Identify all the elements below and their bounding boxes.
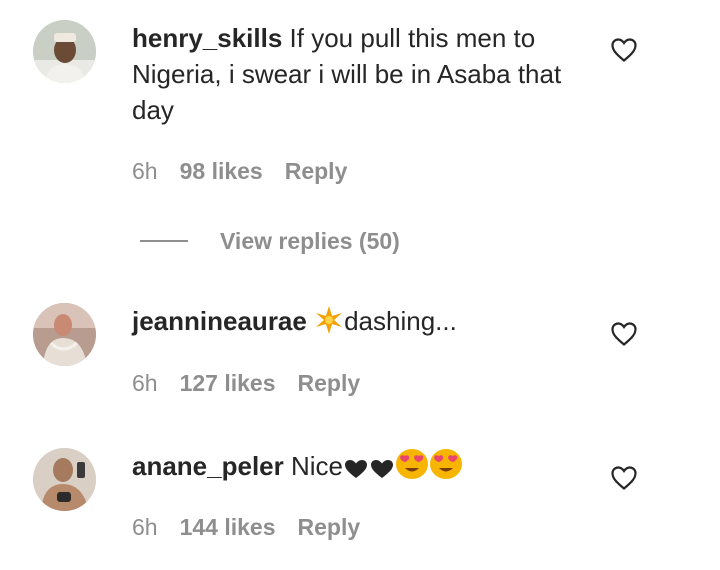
comment-likes[interactable]: 144 likes [180,514,276,540]
comment-body: anane_peler Nice [132,448,582,489]
avatar-photo-icon [33,20,96,83]
comment-text: dashing... [344,306,457,336]
comment-text: Nice [290,451,343,481]
view-replies-label[interactable]: View replies (50) [220,226,400,256]
avatar[interactable] [33,303,96,366]
comment-time: 6h [132,158,158,184]
avatar-photo-icon [33,448,96,511]
comment-meta: 6h 144 likes Reply [132,514,360,541]
like-heart-icon[interactable] [610,465,638,491]
comment-username[interactable]: henry_skills [132,23,282,53]
comment-likes[interactable]: 98 likes [180,158,263,184]
like-heart-icon[interactable] [610,37,638,63]
comment-body: jeannineaurae dashing... [132,303,582,344]
comment-likes[interactable]: 127 likes [180,370,276,396]
avatar[interactable] [33,448,96,511]
black-heart-emoji [369,453,395,489]
view-replies-divider [140,240,188,242]
comment-username[interactable]: anane_peler [132,451,284,481]
heart-eyes-emoji [395,448,429,489]
comment-meta: 6h 98 likes Reply [132,158,347,185]
heart-eyes-emoji [429,448,463,489]
comment-item-anane-peler: anane_peler Nice 6h 144 likes Reply [0,440,720,565]
avatar-photo-icon [33,303,96,366]
comment-time: 6h [132,514,158,540]
comment-body: henry_skills If you pull this men to Nig… [132,20,582,128]
comment-time: 6h [132,370,158,396]
reply-button[interactable]: Reply [285,158,348,184]
comment-item-jeannineaurae: jeannineaurae dashing... 6h 127 likes Repl… [0,295,720,415]
reply-button[interactable]: Reply [298,370,361,396]
like-heart-icon[interactable] [610,321,638,347]
comment-username[interactable]: jeannineaurae [132,306,307,336]
sparkle-star-emoji [314,305,344,344]
comment-meta: 6h 127 likes Reply [132,370,360,397]
reply-button[interactable]: Reply [298,514,361,540]
black-heart-emoji [343,453,369,489]
comment-item-henry-skills: henry_skills If you pull this men to Nig… [0,0,720,260]
avatar[interactable] [33,20,96,83]
